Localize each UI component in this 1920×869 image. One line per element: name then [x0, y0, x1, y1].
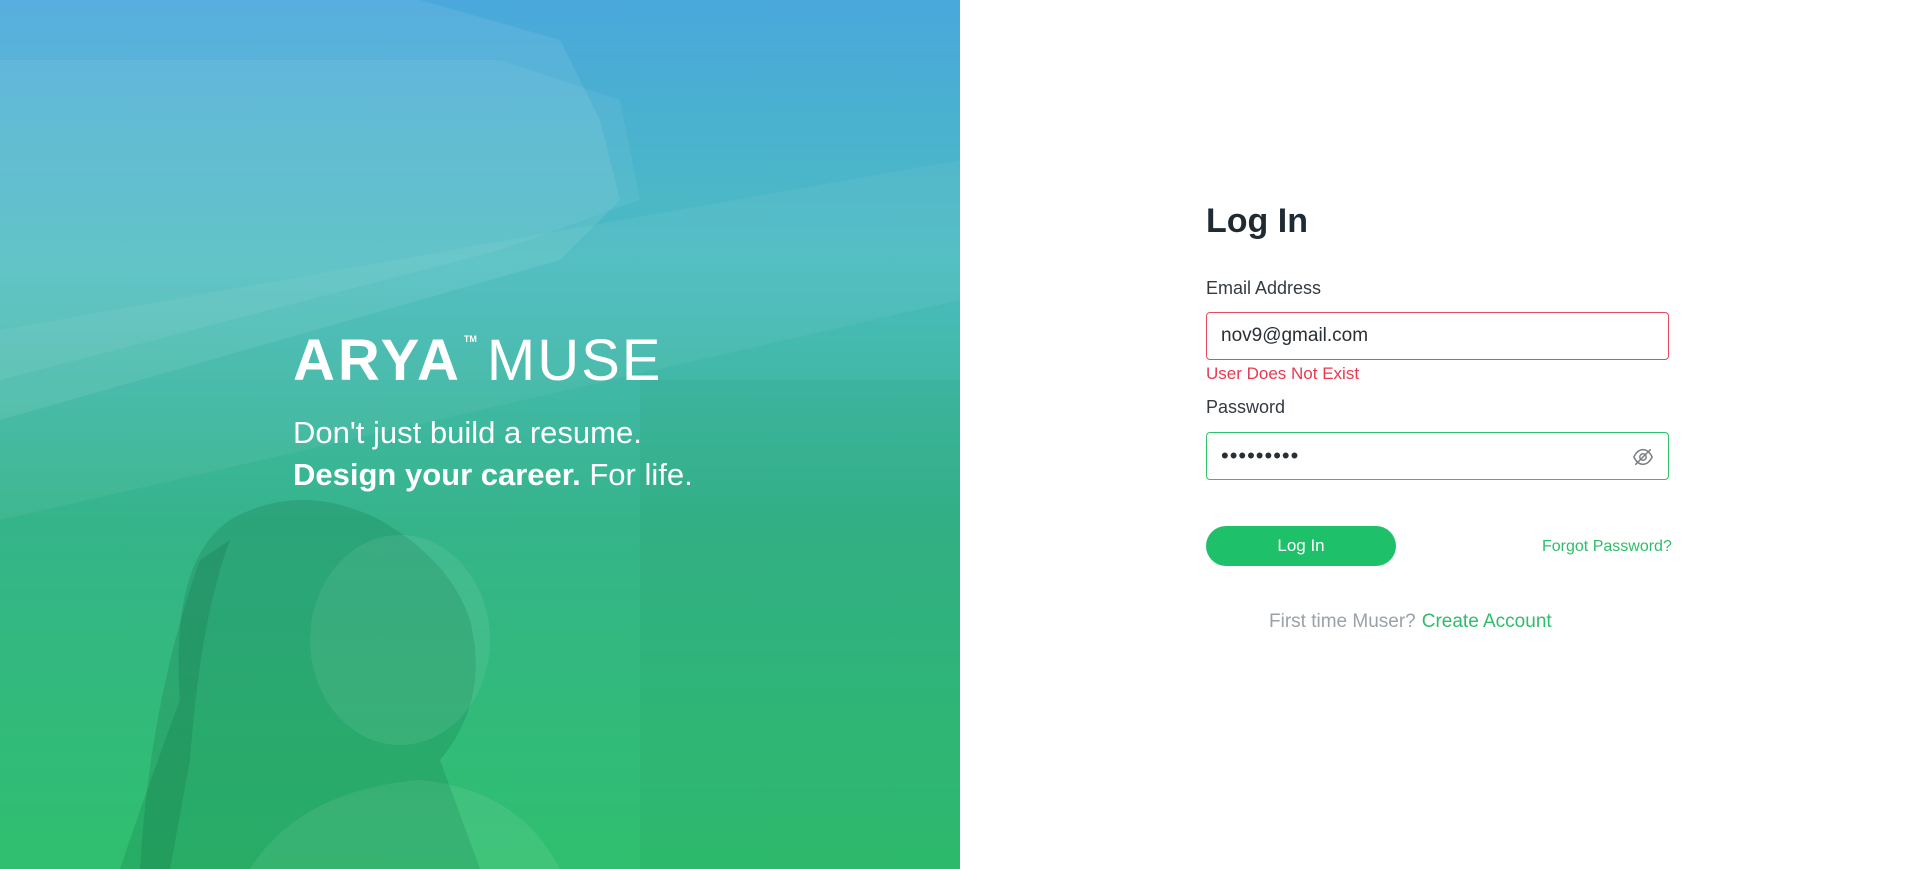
- tagline-suffix: For life.: [580, 457, 693, 492]
- email-error-message: User Does Not Exist: [1206, 364, 1360, 383]
- eye-slash-icon[interactable]: [1632, 446, 1654, 468]
- password-field-wrapper: [1206, 432, 1669, 480]
- tagline-line-2: Design your career. For life.: [293, 454, 693, 496]
- forgot-password-link[interactable]: Forgot Password?: [1542, 538, 1672, 556]
- hero-panel: ARYA TM MUSE Don't just build a resume. …: [0, 0, 960, 869]
- brand-logo-tm: TM: [463, 334, 477, 344]
- login-page: ARYA TM MUSE Don't just build a resume. …: [0, 0, 1920, 869]
- signup-row: First time Muser? Create Account: [1269, 611, 1552, 633]
- create-account-link[interactable]: Create Account: [1422, 611, 1552, 633]
- signup-prompt: First time Muser?: [1269, 611, 1416, 632]
- brand-logo: ARYA TM MUSE: [293, 330, 662, 390]
- password-field[interactable]: [1207, 433, 1668, 479]
- tagline-line-1: Don't just build a resume.: [293, 415, 642, 450]
- password-label: Password: [1206, 397, 1286, 417]
- email-field[interactable]: [1207, 313, 1668, 359]
- page-title: Log In: [1206, 202, 1308, 240]
- tagline-emphasis: Design your career.: [293, 457, 581, 492]
- login-form-panel: Log In Email Address User Does Not Exist…: [960, 0, 1920, 869]
- login-button[interactable]: Log In: [1206, 526, 1396, 566]
- brand-logo-arya: ARYA: [293, 328, 462, 393]
- brand-logo-muse: MUSE: [486, 328, 663, 393]
- email-field-wrapper: [1206, 312, 1669, 360]
- hero-tagline: Don't just build a resume. Design your c…: [293, 412, 693, 496]
- email-label: Email Address: [1206, 278, 1322, 298]
